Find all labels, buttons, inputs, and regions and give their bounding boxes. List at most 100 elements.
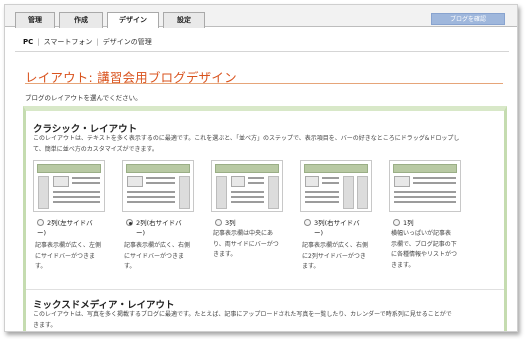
tab-create[interactable]: 作成: [59, 12, 103, 28]
thumb-header: [37, 164, 101, 173]
option-desc-line: 横幅いっぱいが記事表: [391, 230, 452, 237]
top-tab-bar: 管理 作成 デザイン 設定 ブログを確認: [5, 5, 517, 28]
thumb-sidebar: [357, 176, 368, 209]
thumb-line: [53, 196, 100, 198]
thumb-image: [394, 176, 410, 187]
classic-layout-description: このレイアウトは、テキストを多く表示するのに最適です。これを選ぶと、「並べ方」の…: [33, 133, 503, 155]
thumb-line: [413, 177, 456, 179]
subnav-separator: |: [37, 38, 40, 46]
intro-text: ブログのレイアウトを選んでください。: [25, 94, 142, 102]
layout-option-3col-right[interactable]: 3列(右サイドバ: [304, 217, 360, 227]
thumb-line: [394, 196, 456, 198]
option-label-continuation: ー): [314, 229, 324, 237]
radio-icon[interactable]: [304, 219, 311, 226]
layout-thumb-2col-left[interactable]: [33, 160, 105, 212]
blog-confirm-button[interactable]: ブログを確認: [431, 13, 505, 25]
thumb-line: [413, 182, 456, 184]
layout-option-2col-right[interactable]: 2列(右サイドバ: [126, 217, 182, 227]
classic-desc-line: このレイアウトは、テキストを多く表示するのに最適です。これを選ぶと、「並べ方」の…: [33, 135, 460, 142]
section-divider: [26, 289, 504, 290]
option-description: 記事表示欄が広く、右側 に2列サイドバーがつき ます。: [302, 241, 378, 273]
option-desc-line: 示欄で、ブログ記事の下: [391, 240, 457, 248]
option-desc-line: す。: [124, 263, 136, 270]
layout-option-3col[interactable]: 3列: [215, 217, 236, 227]
subnav-item-smartphone[interactable]: スマートフォン: [44, 38, 93, 46]
radio-icon[interactable]: [37, 219, 44, 226]
thumb-line: [248, 182, 264, 184]
thumb-header: [304, 164, 368, 173]
sub-navigation: PC | スマートフォン | デザインの管理: [23, 37, 152, 47]
thumb-sidebar: [343, 176, 354, 209]
thumb-line: [231, 191, 264, 193]
option-label-continuation: ー): [136, 229, 146, 237]
option-desc-line: にサイドバーがつきま: [35, 252, 96, 260]
thumb-line: [127, 191, 175, 193]
option-desc-line: にサイドバーがつきま: [124, 252, 185, 260]
layout-option-1col[interactable]: 1列: [393, 217, 414, 227]
thumb-line: [394, 201, 456, 203]
radio-icon[interactable]: [393, 219, 400, 226]
option-description: 記事表示欄が広く、左側 にサイドバーがつきま す。: [35, 241, 111, 273]
layout-thumb-1col[interactable]: [389, 160, 461, 212]
layout-thumb-3col-right[interactable]: [300, 160, 372, 212]
option-description: 横幅いっぱいが記事表 示欄で、ブログ記事の下 に各種情報やリストがつ きます。: [391, 229, 467, 271]
option-desc-line: 記事表示欄が広く、左側: [35, 242, 102, 249]
option-desc-line: 記事表示欄は中央にあ: [213, 230, 274, 237]
thumb-sidebar: [268, 176, 279, 209]
thumb-image: [127, 176, 143, 187]
thumb-line: [127, 201, 175, 203]
thumb-line: [53, 201, 100, 203]
thumb-line: [146, 177, 175, 179]
subnav-item-design-manage[interactable]: デザインの管理: [103, 38, 152, 46]
option-label: 2列(右サイドバ: [136, 219, 182, 227]
layout-option-2col-left[interactable]: 2列(左サイドバ: [37, 217, 93, 227]
layout-thumb-3col[interactable]: [211, 160, 283, 212]
thumb-line: [72, 182, 100, 184]
option-label: 2列(左サイドバ: [47, 219, 93, 227]
option-desc-line: 記事表示欄が広く、右側: [124, 242, 191, 249]
thumb-header: [215, 164, 279, 173]
mixed-media-layout-description: このレイアウトは、写真を多く掲載するブログに最適です。たとえば、記事にアップロー…: [33, 309, 503, 331]
thumb-line: [127, 196, 175, 198]
thumb-header: [393, 164, 457, 173]
thumb-image: [305, 176, 319, 187]
classic-desc-line: て、簡単に並べ方のカスタマイズができます。: [33, 146, 158, 153]
option-desc-line: り、両サイドにバーがつ: [213, 240, 279, 248]
tab-design[interactable]: デザイン: [107, 12, 159, 28]
layout-thumb-2col-right[interactable]: [122, 160, 194, 212]
thumb-line: [231, 201, 264, 203]
mixed-desc-line: きます。: [33, 322, 57, 329]
thumb-line: [305, 191, 339, 193]
thumb-line: [248, 177, 264, 179]
thumb-line: [72, 177, 100, 179]
thumb-line: [53, 191, 100, 193]
option-desc-line: きます。: [213, 251, 237, 258]
subnav-divider: [15, 51, 509, 52]
option-desc-line: ます。: [302, 263, 320, 270]
option-description: 記事表示欄は中央にあ り、両サイドにバーがつ きます。: [213, 229, 289, 261]
thumb-header: [126, 164, 190, 173]
option-desc-line: きます。: [391, 261, 415, 269]
radio-icon[interactable]: [215, 219, 222, 226]
thumb-line: [146, 182, 175, 184]
thumb-line: [305, 196, 339, 198]
option-label: 1列: [403, 219, 414, 227]
thumb-image: [53, 176, 69, 187]
thumb-line: [394, 191, 456, 193]
option-desc-line: す。: [35, 263, 47, 270]
tab-settings[interactable]: 設定: [163, 12, 205, 28]
thumb-line: [322, 182, 339, 184]
tab-manage[interactable]: 管理: [15, 12, 55, 28]
mixed-desc-line: このレイアウトは、写真を多く掲載するブログに最適です。たとえば、記事にアップロー…: [33, 311, 452, 318]
app-window: 管理 作成 デザイン 設定 ブログを確認 PC | スマートフォン | デザインの管理 …: [4, 4, 518, 332]
radio-icon[interactable]: [126, 219, 133, 226]
subnav-separator: |: [96, 38, 99, 46]
option-label: 3列(右サイドバ: [314, 219, 360, 227]
thumb-line: [305, 201, 339, 203]
thumb-line: [322, 177, 339, 179]
thumb-sidebar: [216, 176, 227, 209]
option-desc-line: に各種情報やリストがつ: [391, 251, 458, 258]
thumb-image: [231, 176, 245, 187]
subnav-item-pc[interactable]: PC: [23, 38, 33, 46]
thumb-sidebar: [179, 176, 190, 209]
